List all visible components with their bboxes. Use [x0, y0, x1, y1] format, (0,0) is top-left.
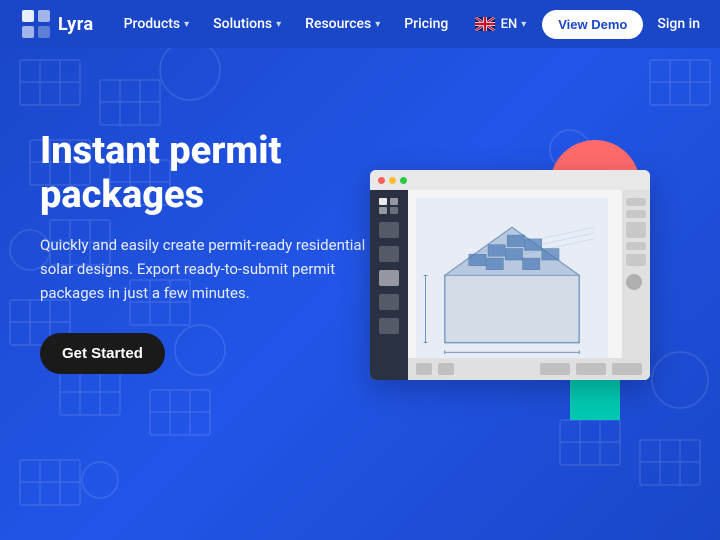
nav-item-products[interactable]: Products ▾ — [114, 10, 200, 38]
bottom-btn-5 — [612, 363, 642, 375]
chevron-down-icon: ▾ — [184, 19, 189, 30]
nav-item-resources[interactable]: Resources ▾ — [295, 10, 390, 38]
window-titlebar — [370, 170, 650, 190]
logo-icon — [20, 8, 52, 40]
get-started-button[interactable]: Get Started — [40, 333, 165, 374]
hero-title: Instant permit packages — [40, 130, 370, 217]
nav-item-pricing[interactable]: Pricing — [394, 10, 458, 38]
solar-design-svg — [416, 198, 608, 372]
sidebar-tool-1 — [379, 222, 399, 238]
panel-bar-3 — [626, 222, 646, 238]
flag-icon — [475, 17, 495, 31]
sidebar-tool-3 — [379, 270, 399, 286]
chevron-down-icon: ▾ — [521, 19, 526, 30]
panel-bar-5 — [626, 254, 646, 266]
sidebar-logo-icon — [379, 198, 399, 214]
hero-illustration — [360, 60, 700, 460]
sidebar-tool-2 — [379, 246, 399, 262]
app-main-area — [408, 190, 650, 380]
navbar: Lyra Products ▾ Solutions ▾ Resources ▾ … — [0, 0, 720, 48]
panel-bar-2 — [626, 210, 646, 218]
nav-item-solutions[interactable]: Solutions ▾ — [203, 10, 291, 38]
bottom-btn-2 — [438, 363, 454, 375]
bottom-btn-3 — [540, 363, 570, 375]
titlebar-expand-dot — [400, 177, 407, 184]
nav-menu: Products ▾ Solutions ▾ Resources ▾ Prici… — [114, 10, 467, 38]
panel-circle-icon — [626, 274, 642, 290]
logo-text: Lyra — [58, 14, 94, 35]
sidebar-tool-5 — [379, 318, 399, 334]
hero-subtitle: Quickly and easily create permit-ready r… — [40, 233, 370, 305]
app-right-panel — [622, 190, 650, 380]
hero-section: Lyra Products ▾ Solutions ▾ Resources ▾ … — [0, 0, 720, 540]
bottom-btn-1 — [416, 363, 432, 375]
bottom-btn-4 — [576, 363, 606, 375]
view-demo-button[interactable]: View Demo — [542, 10, 643, 39]
logo[interactable]: Lyra — [20, 8, 94, 40]
titlebar-close-dot — [378, 177, 385, 184]
chevron-down-icon: ▾ — [276, 19, 281, 30]
app-sidebar — [370, 190, 408, 380]
titlebar-minimize-dot — [389, 177, 396, 184]
panel-bar-4 — [626, 242, 646, 250]
signin-link[interactable]: Sign in — [657, 16, 700, 32]
panel-bar-1 — [626, 198, 646, 206]
language-selector[interactable]: EN ▾ — [467, 11, 535, 38]
sidebar-tool-4 — [379, 294, 399, 310]
chevron-down-icon: ▾ — [375, 19, 380, 30]
app-canvas — [416, 198, 608, 372]
app-bottom-toolbar — [408, 358, 650, 380]
hero-content: Instant permit packages Quickly and easi… — [40, 130, 370, 374]
app-window-mockup — [370, 170, 650, 380]
